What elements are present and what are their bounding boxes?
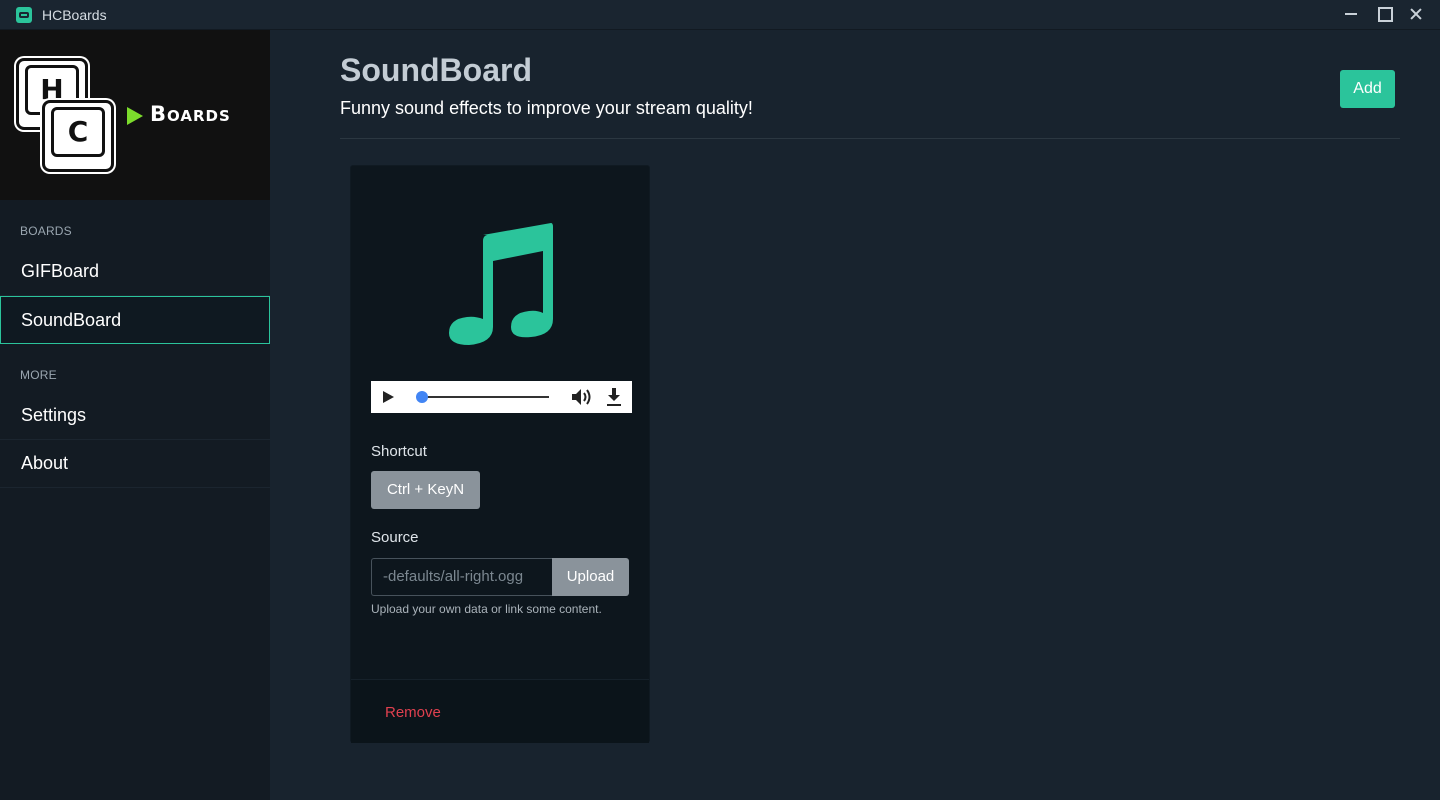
sidebar-item-label: About: [21, 453, 69, 473]
section-label-boards: BOARDS: [20, 224, 72, 238]
app-icon: [16, 7, 32, 23]
sidebar-item-soundboard[interactable]: SoundBoard: [0, 296, 270, 344]
close-icon[interactable]: [1400, 0, 1432, 30]
sidebar: H C Boards BOARDS GIFBoard SoundBoard MO…: [0, 30, 270, 800]
section-label-more: MORE: [20, 368, 57, 382]
app-logo: H C Boards: [0, 30, 270, 200]
play-icon[interactable]: [383, 391, 394, 403]
music-note-icon: [449, 223, 553, 345]
progress-track[interactable]: [421, 396, 549, 398]
sidebar-item-label: Settings: [21, 405, 87, 425]
minimize-icon[interactable]: [1336, 0, 1368, 30]
source-input[interactable]: -defaults/all-right.ogg: [371, 558, 552, 596]
card-footer: Remove: [351, 679, 649, 743]
sidebar-item-label: GIFBoard: [21, 261, 100, 281]
page-title: SoundBoard: [340, 52, 532, 88]
sidebar-item-about[interactable]: About: [0, 440, 270, 488]
logo-key-c: C: [42, 100, 114, 172]
shortcut-button[interactable]: Ctrl + KeyN: [371, 471, 480, 509]
header-divider: [340, 138, 1400, 139]
window-title: HCBoards: [42, 7, 107, 23]
sidebar-item-gifboard[interactable]: GIFBoard: [0, 248, 270, 296]
play-arrow-icon: [127, 107, 143, 125]
shortcut-label: Shortcut: [371, 443, 427, 460]
upload-button[interactable]: Upload: [552, 558, 629, 596]
logo-text: Boards: [150, 102, 231, 126]
sound-card: Shortcut Ctrl + KeyN Source -defaults/al…: [350, 165, 650, 743]
page-subtitle: Funny sound effects to improve your stre…: [340, 98, 753, 118]
title-bar: HCBoards: [0, 0, 1440, 30]
sidebar-item-settings[interactable]: Settings: [0, 392, 270, 440]
download-icon[interactable]: [605, 387, 623, 407]
sidebar-item-label: SoundBoard: [21, 310, 122, 330]
volume-icon[interactable]: [571, 388, 593, 406]
maximize-icon[interactable]: [1368, 0, 1400, 30]
audio-player: [371, 381, 632, 413]
source-help-text: Upload your own data or link some conten…: [371, 602, 602, 616]
remove-button[interactable]: Remove: [385, 704, 441, 721]
add-button[interactable]: Add: [1340, 70, 1395, 108]
progress-thumb[interactable]: [416, 391, 428, 403]
source-label: Source: [371, 529, 419, 546]
